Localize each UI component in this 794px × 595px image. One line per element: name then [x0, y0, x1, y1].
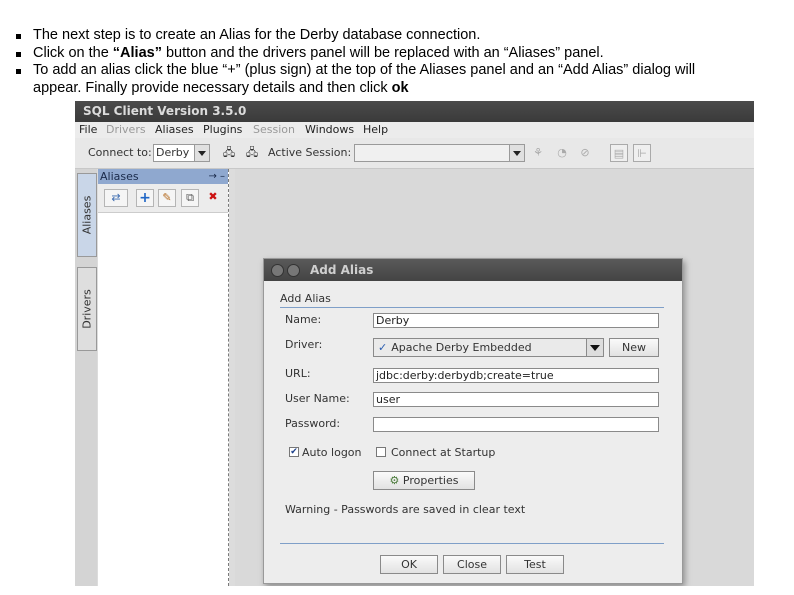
bullet-text: The next step is to create an Alias for …	[33, 27, 481, 43]
tile-icon[interactable]: ⊩	[633, 144, 651, 162]
active-session-label: Active Session:	[268, 146, 352, 159]
delete-alias-icon[interactable]: ✖	[204, 189, 222, 207]
connect-to-value: Derby	[156, 146, 190, 159]
user-name-label: User Name:	[285, 392, 350, 405]
panel-controls[interactable]: → –	[208, 169, 225, 184]
maximize-icon[interactable]	[287, 264, 300, 277]
bullet-item: The next step is to create an Alias for …	[14, 27, 784, 45]
menu-bar: File Drivers Aliases Plugins Session Win…	[75, 122, 754, 138]
driver-value: Apache Derby Embedded	[391, 341, 532, 354]
menu-plugins[interactable]: Plugins	[203, 123, 242, 136]
menu-help[interactable]: Help	[363, 123, 388, 136]
connect-to-label: Connect to:	[88, 146, 152, 159]
connect-alias-icon[interactable]: ⇄	[104, 189, 128, 207]
url-field[interactable]: jdbc:derby:derbydb;create=true	[373, 368, 659, 383]
active-session-select[interactable]	[354, 144, 525, 162]
add-alias-dialog: Add Alias Add Alias Name: Derby Driver: …	[263, 258, 683, 584]
bullet-bold-text: “Alias”	[112, 44, 162, 61]
dialog-title: Add Alias	[310, 263, 374, 277]
app-screenshot: SQL Client Version 3.5.0 File Drivers Al…	[75, 101, 754, 586]
new-driver-button[interactable]: New	[609, 338, 659, 357]
tab-drivers[interactable]: Drivers	[77, 267, 97, 351]
buttons-divider	[280, 543, 664, 544]
dialog-titlebar: Add Alias	[264, 259, 682, 281]
warning-text: Warning - Passwords are saved in clear t…	[285, 503, 526, 516]
new-session-icon[interactable]: 🖧	[243, 144, 261, 162]
menu-windows[interactable]: Windows	[305, 123, 354, 136]
properties-icon: ⚙	[389, 474, 400, 487]
name-field[interactable]: Derby	[373, 313, 659, 328]
tab-aliases-label: Aliases	[80, 195, 94, 235]
password-label: Password:	[285, 417, 341, 430]
bullet-text: button and the drivers panel will be rep…	[161, 44, 604, 61]
check-icon: ✓	[378, 341, 388, 354]
main-toolbar: Connect to: Derby 🖧 🖧 Active Session: ⚘ …	[75, 138, 754, 169]
test-button[interactable]: Test	[506, 555, 564, 574]
aliases-toolbar: ⇄ + ✎ ⧉ ✖	[98, 184, 228, 213]
add-alias-icon[interactable]: +	[136, 189, 154, 207]
close-icon[interactable]	[271, 264, 284, 277]
bullet-text: Click on the	[33, 44, 113, 61]
aliases-panel-header: Aliases → –	[98, 169, 228, 184]
close-button[interactable]: Close	[443, 555, 501, 574]
connect-to-select[interactable]: Derby	[153, 144, 210, 162]
url-label: URL:	[285, 367, 311, 380]
side-tabs: Aliases Drivers	[75, 169, 97, 586]
connect-at-startup-checkbox[interactable]	[376, 447, 386, 457]
chevron-down-icon	[586, 339, 603, 356]
connect-at-startup-label: Connect at Startup	[391, 446, 496, 459]
slide-bullets: The next step is to create an Alias for …	[14, 27, 784, 97]
auto-logon-label: Auto logon	[302, 446, 362, 459]
section-divider	[280, 307, 664, 308]
menu-file[interactable]: File	[79, 123, 97, 136]
user-name-field[interactable]: user	[373, 392, 659, 407]
bullet-item: Click on the “Alias” button and the driv…	[14, 45, 784, 63]
chevron-down-icon	[194, 145, 209, 161]
menu-session[interactable]: Session	[253, 123, 295, 136]
connect-icon[interactable]: 🖧	[220, 144, 238, 162]
driver-label: Driver:	[285, 338, 323, 351]
edit-alias-icon[interactable]: ✎	[158, 189, 176, 207]
tab-aliases[interactable]: Aliases	[77, 173, 97, 257]
window-title: SQL Client Version 3.5.0	[75, 101, 754, 122]
menu-drivers[interactable]: Drivers	[106, 123, 146, 136]
driver-select[interactable]: ✓ Apache Derby Embedded	[373, 338, 604, 357]
bullet-text: To add an alias click the blue “+” (plus…	[33, 62, 696, 78]
properties-button-label: Properties	[402, 474, 459, 487]
auto-logon-checkbox[interactable]: ✔	[289, 447, 299, 457]
cascade-icon[interactable]: ▤	[610, 144, 628, 162]
menu-aliases[interactable]: Aliases	[155, 123, 194, 136]
bullet-marker	[16, 34, 21, 39]
properties-button[interactable]: ⚙ Properties	[373, 471, 475, 490]
name-label: Name:	[285, 313, 322, 326]
bullet-marker	[16, 51, 21, 57]
bullet-text: appear. Finally provide necessary detail…	[33, 79, 392, 96]
chevron-down-icon	[509, 145, 524, 161]
aliases-panel-title: Aliases	[100, 170, 139, 183]
ok-button[interactable]: OK	[380, 555, 438, 574]
tab-drivers-label: Drivers	[80, 289, 94, 329]
section-title: Add Alias	[280, 292, 331, 305]
bullet-item: To add an alias click the blue “+” (plus…	[14, 62, 784, 97]
password-field[interactable]	[373, 417, 659, 432]
bullet-bold-text: ok	[391, 79, 409, 96]
aliases-panel: Aliases → – ⇄ + ✎ ⧉ ✖	[98, 169, 229, 586]
rollback-icon[interactable]: ◔	[553, 144, 571, 162]
commit-icon[interactable]: ⚘	[529, 144, 547, 162]
stop-icon[interactable]: ⊘	[576, 144, 594, 162]
bullet-marker	[16, 69, 21, 74]
copy-alias-icon[interactable]: ⧉	[181, 189, 199, 207]
